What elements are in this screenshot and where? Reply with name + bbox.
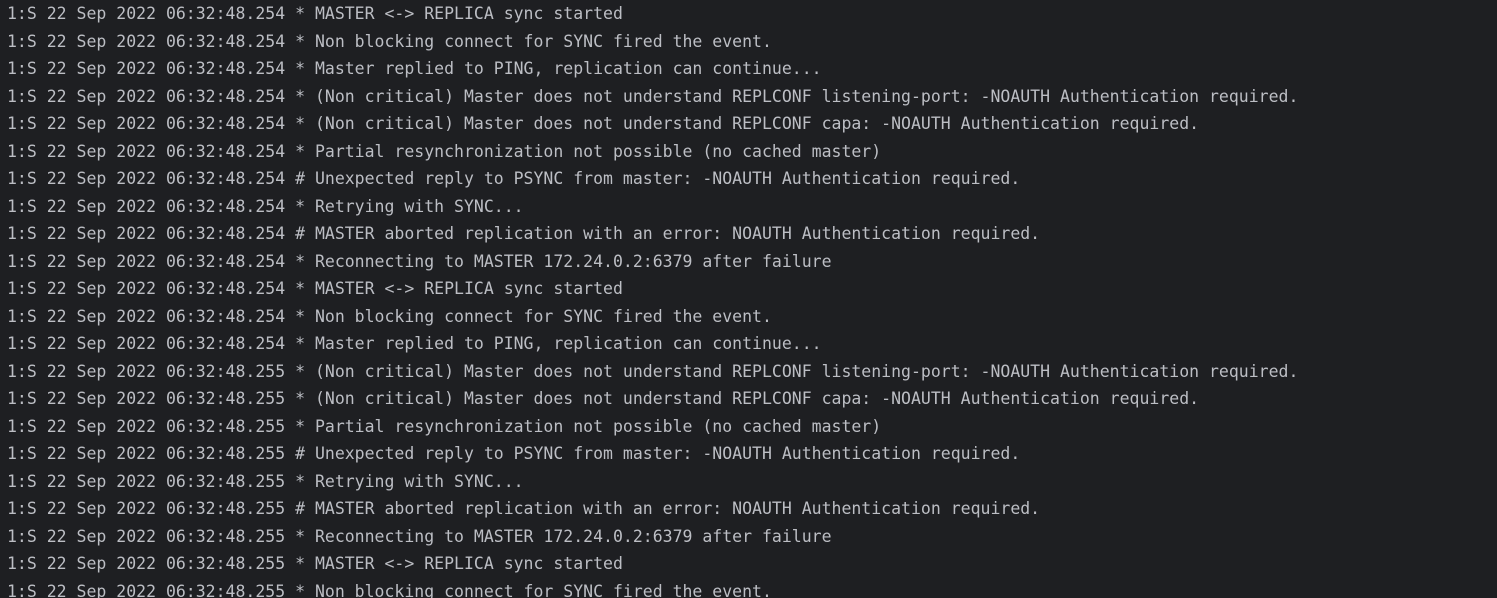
log-line: 1:S 22 Sep 2022 06:32:48.254 * Partial r… <box>7 141 882 161</box>
log-line: 1:S 22 Sep 2022 06:32:48.254 * MASTER <-… <box>7 4 623 23</box>
log-line: 1:S 22 Sep 2022 06:32:48.254 * Master re… <box>7 59 822 78</box>
log-line: 1:S 22 Sep 2022 06:32:48.254 * Retrying … <box>7 196 524 216</box>
log-line: 1:S 22 Sep 2022 06:32:48.254 * MASTER <-… <box>7 279 623 298</box>
log-line: 1:S 22 Sep 2022 06:32:48.254 # MASTER ab… <box>7 224 1041 243</box>
log-line: 1:S 22 Sep 2022 06:32:48.255 * (Non crit… <box>7 389 1200 408</box>
log-line: 1:S 22 Sep 2022 06:32:48.255 * Reconnect… <box>7 526 832 546</box>
log-line: 1:S 22 Sep 2022 06:32:48.254 * Reconnect… <box>7 251 832 271</box>
log-line: 1:S 22 Sep 2022 06:32:48.255 * Partial r… <box>7 416 882 436</box>
log-line: 1:S 22 Sep 2022 06:32:48.254 * (Non crit… <box>7 86 1299 106</box>
log-line: 1:S 22 Sep 2022 06:32:48.255 * Non block… <box>7 581 772 598</box>
log-line: 1:S 22 Sep 2022 06:32:48.255 * MASTER <-… <box>7 554 623 573</box>
log-line: 1:S 22 Sep 2022 06:32:48.254 * (Non crit… <box>7 114 1200 133</box>
log-line: 1:S 22 Sep 2022 06:32:48.254 # Unexpecte… <box>7 169 1021 188</box>
log-line: 1:S 22 Sep 2022 06:32:48.254 * Non block… <box>7 306 772 326</box>
log-line: 1:S 22 Sep 2022 06:32:48.254 * Master re… <box>7 334 822 353</box>
log-line: 1:S 22 Sep 2022 06:32:48.255 * Retrying … <box>7 471 524 491</box>
log-line: 1:S 22 Sep 2022 06:32:48.254 * Non block… <box>7 31 772 51</box>
log-line: 1:S 22 Sep 2022 06:32:48.255 * (Non crit… <box>7 361 1299 381</box>
log-line: 1:S 22 Sep 2022 06:32:48.255 # Unexpecte… <box>7 444 1021 463</box>
log-line: 1:S 22 Sep 2022 06:32:48.255 # MASTER ab… <box>7 499 1041 518</box>
log-console[interactable]: 1:S 22 Sep 2022 06:32:48.254 * MASTER <-… <box>0 0 1497 598</box>
